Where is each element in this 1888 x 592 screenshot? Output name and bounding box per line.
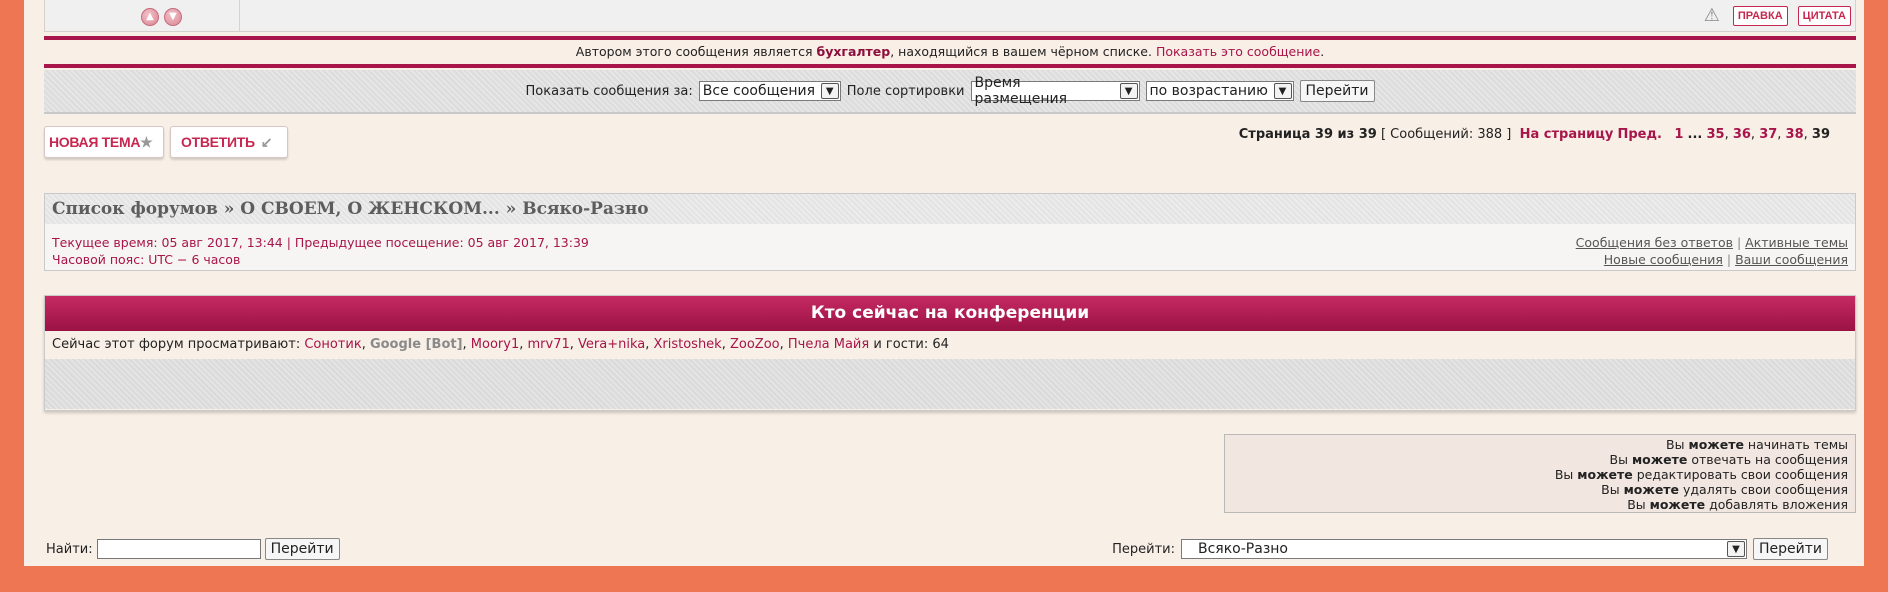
- current-time: Текущее время: 05 авг 2017, 13:44 | Пред…: [52, 235, 589, 250]
- profile-down-icon[interactable]: ▼: [164, 8, 182, 26]
- new-topic-label: НОВАЯ ТЕМА: [49, 134, 141, 150]
- permission-line: Вы можете начинать темы: [1666, 437, 1848, 452]
- jump-forum-select[interactable]: Всяко-Разно ▼: [1181, 539, 1747, 559]
- active-topics-link[interactable]: Активные темы: [1745, 235, 1848, 250]
- chevron-down-icon: ▼: [1119, 83, 1138, 99]
- pagination: Страница 39 из 39 [ Сообщений: 388 ] На …: [1238, 127, 1830, 142]
- jump-forum-value: Всяко-Разно: [1198, 541, 1288, 557]
- jump-go-button[interactable]: Перейти: [1753, 538, 1828, 560]
- chevron-down-icon: ▼: [1727, 541, 1745, 557]
- page-info: Страница 39 из 39: [1238, 127, 1377, 142]
- blocked-notice-suffix: .: [1320, 44, 1325, 59]
- blocked-notice-middle: , находящийся в вашем чёрном списке.: [890, 44, 1156, 59]
- page-link[interactable]: 37: [1759, 127, 1777, 142]
- show-posts-select[interactable]: Все сообщения ▼: [698, 81, 841, 101]
- jump-bar: Перейти: Всяко-Разно ▼ Перейти: [1112, 538, 1828, 560]
- forum-page: ▲ ▼ ⚠ ПРАВКА ЦИТАТА Автором этого сообще…: [24, 0, 1864, 566]
- show-posts-value: Все сообщения: [702, 83, 816, 99]
- blocked-notice-prefix: Автором этого сообщения является: [575, 44, 817, 59]
- new-topic-button[interactable]: НОВАЯ ТЕМА★: [44, 126, 164, 158]
- search-bar: Найти: Перейти: [46, 538, 340, 560]
- post-actions: ⚠ ПРАВКА ЦИТАТА: [1701, 6, 1851, 26]
- report-icon[interactable]: ⚠: [1701, 6, 1723, 26]
- online-user-link[interactable]: Moory1: [471, 337, 519, 352]
- quick-links: Сообщения без ответов | Активные темы Но…: [1575, 235, 1848, 267]
- page-link[interactable]: 38: [1786, 127, 1804, 142]
- online-user-link[interactable]: Vera+nika: [578, 337, 645, 352]
- online-footer: [45, 359, 1855, 409]
- sort-go-button[interactable]: Перейти: [1299, 80, 1375, 102]
- permissions-box: Вы можете начинать темы Вы можете отвеча…: [1224, 434, 1856, 513]
- search-label: Найти:: [46, 541, 93, 557]
- your-posts-link[interactable]: Ваши сообщения: [1735, 252, 1848, 267]
- online-prefix: Сейчас этот форум просматривают:: [52, 337, 305, 352]
- chevron-down-icon: ▼: [820, 83, 839, 99]
- breadcrumb[interactable]: Список форумов » О СВОЕМ, О ЖЕНСКОМ... »…: [45, 194, 1855, 224]
- jump-label: Перейти:: [1112, 541, 1175, 557]
- profile-up-icon[interactable]: ▲: [141, 8, 159, 26]
- timezone: Часовой пояс: UTC − 6 часов: [52, 252, 241, 267]
- online-title: Кто сейчас на конференции: [45, 296, 1855, 331]
- online-user-link[interactable]: Google [Bot]: [370, 337, 463, 352]
- online-guests: и гости: 64: [869, 337, 949, 352]
- online-user-link[interactable]: mrv71: [528, 337, 570, 352]
- show-post-link[interactable]: Показать это сообщение: [1156, 44, 1320, 59]
- sort-field-value: Время размещения: [974, 75, 1068, 107]
- page-link[interactable]: 35: [1706, 127, 1724, 142]
- permission-line: Вы можете удалять свои сообщения: [1601, 482, 1848, 497]
- post-column-divider: [239, 0, 240, 32]
- goto-page-label[interactable]: На страницу: [1520, 127, 1614, 142]
- permission-line: Вы можете отвечать на сообщения: [1609, 452, 1849, 467]
- star-icon: ★: [140, 134, 153, 150]
- page-link[interactable]: 36: [1733, 127, 1751, 142]
- sort-field-select[interactable]: Время размещения ▼: [970, 75, 1140, 107]
- reply-button[interactable]: ОТВЕТИТЬ ↙: [170, 126, 288, 158]
- time-info: Текущее время: 05 авг 2017, 13:44 | Пред…: [52, 234, 589, 268]
- arrow-down-left-icon: ↙: [260, 134, 273, 150]
- navigation-box: Список форумов » О СВОЕМ, О ЖЕНСКОМ... »…: [44, 193, 1856, 271]
- permission-line: Вы можете добавлять вложения: [1627, 497, 1848, 512]
- show-posts-label: Показать сообщения за:: [525, 83, 693, 99]
- blocked-author-name[interactable]: бухгалтер: [816, 44, 890, 59]
- search-go-button[interactable]: Перейти: [264, 538, 340, 560]
- sort-order-select[interactable]: по возрастанию ▼: [1145, 81, 1294, 101]
- blocked-author-notice: Автором этого сообщения является бухгалт…: [44, 36, 1856, 68]
- reply-label: ОТВЕТИТЬ: [181, 134, 255, 150]
- new-posts-link[interactable]: Новые сообщения: [1604, 252, 1723, 267]
- online-user-link[interactable]: ZooZoo: [730, 337, 780, 352]
- search-input[interactable]: [96, 539, 261, 559]
- unanswered-posts-link[interactable]: Сообщения без ответов: [1576, 235, 1733, 250]
- sort-field-label: Поле сортировки: [846, 83, 965, 99]
- post-footer-row: ▲ ▼ ⚠ ПРАВКА ЦИТАТА: [44, 0, 1856, 32]
- sort-order-value: по возрастанию: [1149, 83, 1268, 99]
- edit-button[interactable]: ПРАВКА: [1732, 6, 1788, 26]
- current-page: 39: [1811, 127, 1830, 142]
- page-link[interactable]: 1: [1674, 127, 1683, 142]
- chevron-down-icon: ▼: [1273, 83, 1292, 99]
- online-users: Сейчас этот форум просматривают: Сонотик…: [52, 337, 949, 352]
- who-is-online: Кто сейчас на конференции Сейчас этот фо…: [44, 295, 1856, 411]
- online-user-link[interactable]: Сонотик: [304, 337, 361, 352]
- online-user-link[interactable]: Xristoshek: [653, 337, 721, 352]
- page-ellipsis: ...: [1687, 127, 1703, 142]
- post-count: [ Сообщений: 388 ]: [1380, 127, 1512, 142]
- prev-page-link[interactable]: Пред.: [1617, 127, 1661, 142]
- sort-options-bar: Показать сообщения за: Все сообщения ▼ П…: [44, 70, 1856, 114]
- permission-line: Вы можете редактировать свои сообщения: [1554, 467, 1848, 482]
- quote-button[interactable]: ЦИТАТА: [1797, 6, 1851, 26]
- online-user-link[interactable]: Пчела Майя: [788, 337, 869, 352]
